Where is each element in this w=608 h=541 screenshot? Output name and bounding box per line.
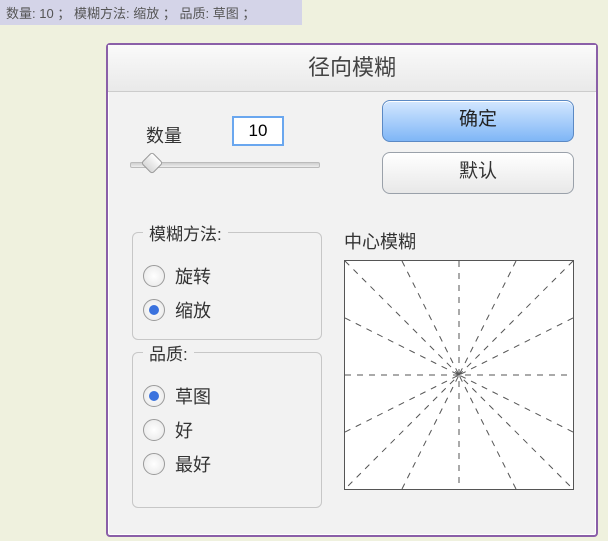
radio-label: 好 [175,417,193,443]
info-amount-v: 10 [39,6,53,21]
dialog-title: 径向模糊 [108,45,596,92]
slider-thumb[interactable] [141,152,164,175]
method-zoom-radio[interactable]: 缩放 [143,297,311,323]
info-bar: 数量: 10 ； 模糊方法: 缩放 ； 品质: 草图 ； [0,0,302,25]
default-button[interactable]: 默认 [382,152,574,194]
blur-center-label: 中心模糊 [344,228,416,254]
radio-icon [143,453,165,475]
blur-method-legend: 模糊方法: [143,220,228,245]
info-amount-k: 数量: [6,6,36,21]
blur-method-group: 模糊方法: 旋转 缩放 [132,220,322,340]
radio-icon [143,419,165,441]
amount-label: 数量 [146,122,182,148]
quality-legend: 品质: [143,340,194,365]
info-quality-v: 草图 [213,6,239,21]
quality-group: 品质: 草图 好 最好 [132,340,322,508]
radio-icon [143,265,165,287]
radio-label: 草图 [175,383,211,409]
radio-icon [143,385,165,407]
radio-label: 旋转 [175,263,211,289]
radio-icon [143,299,165,321]
radial-blur-dialog: 径向模糊 数量 确定 默认 模糊方法: 旋转 缩放 品质: 草图 [106,43,598,537]
zoom-preview-icon [345,261,573,489]
quality-draft-radio[interactable]: 草图 [143,383,311,409]
ok-button[interactable]: 确定 [382,100,574,142]
info-method-v: 缩放 [133,6,159,21]
method-spin-radio[interactable]: 旋转 [143,263,311,289]
blur-center-preview[interactable] [344,260,574,490]
quality-best-radio[interactable]: 最好 [143,451,311,477]
amount-slider[interactable] [130,154,320,174]
radio-label: 最好 [175,451,211,477]
info-method-k: 模糊方法: [74,6,130,21]
info-quality-k: 品质: [180,6,210,21]
amount-input[interactable] [232,116,284,146]
radio-label: 缩放 [175,297,211,323]
quality-good-radio[interactable]: 好 [143,417,311,443]
